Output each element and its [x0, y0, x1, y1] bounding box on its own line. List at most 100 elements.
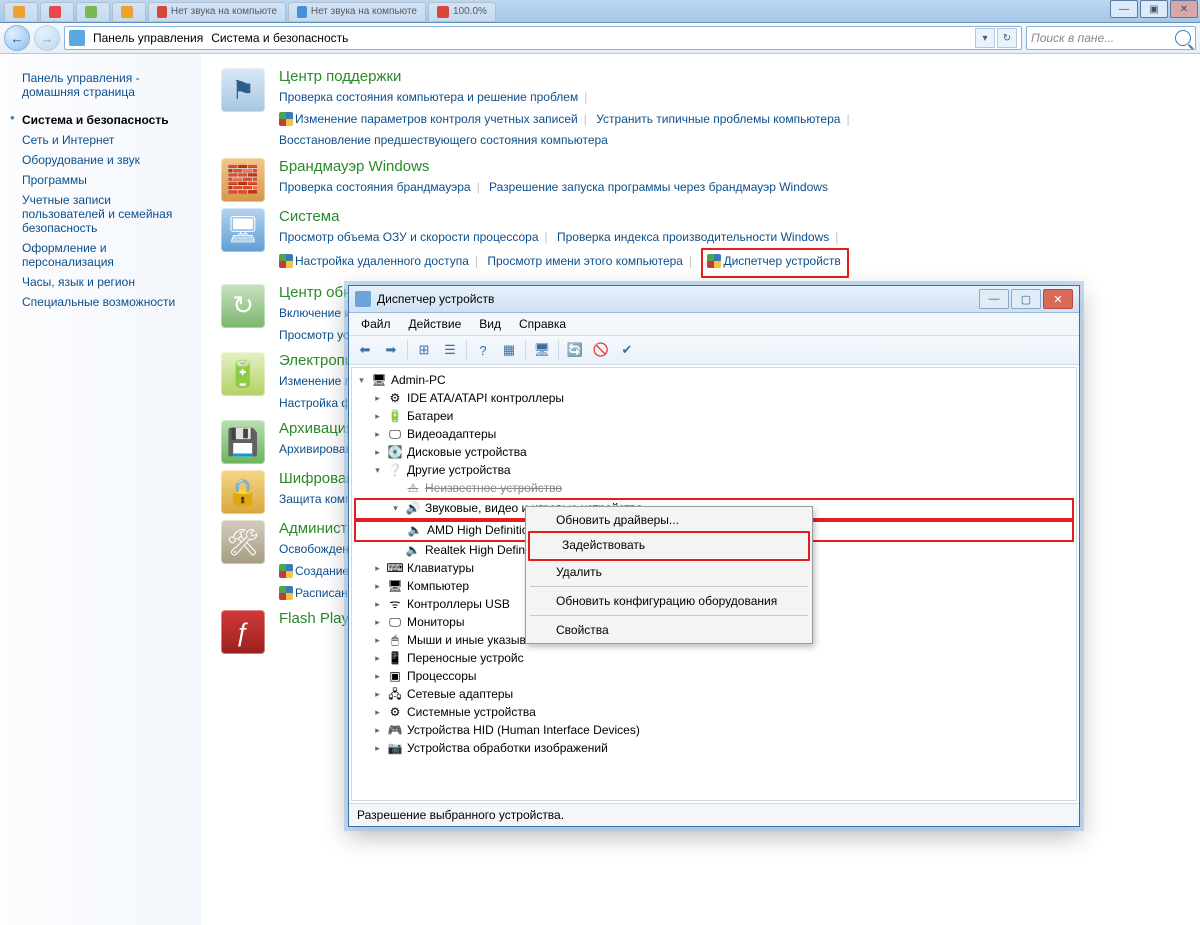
menu-help[interactable]: Справка	[511, 315, 574, 333]
favicon-icon	[85, 6, 97, 18]
dropdown-button[interactable]: ▾	[975, 28, 995, 48]
tree-node[interactable]: ▸🎮Устройства HID (Human Interface Device…	[354, 722, 1074, 740]
node-label: Мыши и иные указыва	[407, 632, 532, 649]
link-device-manager[interactable]: Диспетчер устройств	[723, 254, 840, 268]
tree-node[interactable]: ▸💽Дисковые устройства	[354, 444, 1074, 462]
sidebar-item-hardware[interactable]: Оборудование и звук	[6, 150, 201, 170]
ctx-enable[interactable]: Задействовать	[532, 532, 804, 558]
node-label: Realtek High Definiti	[425, 542, 534, 559]
browser-tab[interactable]: 100.0%	[428, 2, 496, 21]
shield-icon	[279, 564, 293, 578]
link-perf[interactable]: Проверка индекса производительности Wind…	[557, 230, 829, 244]
ctx-separator	[530, 615, 808, 616]
dm-minimize-button[interactable]: —	[979, 289, 1009, 309]
link-restore[interactable]: Восстановление предшествующего состояния…	[279, 133, 608, 147]
tb-back-icon[interactable]: ⬅	[353, 338, 377, 362]
tree-node[interactable]: ▸▣Процессоры	[354, 668, 1074, 686]
tree-node[interactable]: ▸🖧Сетевые адаптеры	[354, 686, 1074, 704]
context-menu: Обновить драйверы... Задействовать Удали…	[525, 506, 813, 644]
sidebar-item-system-security[interactable]: Система и безопасность	[6, 110, 201, 130]
category-title[interactable]: Система	[279, 208, 1180, 225]
tb-fwd-icon[interactable]: ➡	[379, 338, 403, 362]
node-label: Переносные устройс	[407, 650, 524, 667]
menu-view[interactable]: Вид	[471, 315, 509, 333]
node-label: Клавиатуры	[407, 560, 474, 577]
link-fw-allow[interactable]: Разрешение запуска программы через бранд…	[489, 180, 828, 194]
search-placeholder: Поиск в пане...	[1031, 31, 1114, 45]
menu-file[interactable]: Файл	[353, 315, 399, 333]
tree-leaf[interactable]: ⚠Неизвестное устройство	[354, 480, 1074, 498]
explorer-nav-bar: ← → Панель управления Система и безопасн…	[0, 23, 1200, 54]
shield-icon	[279, 586, 293, 600]
dm-titlebar[interactable]: Диспетчер устройств — ▢ ✕	[349, 286, 1079, 313]
breadcrumb-item[interactable]: Панель управления	[93, 31, 203, 45]
tb-disable-icon[interactable]: 🚫	[589, 338, 613, 362]
maximize-button[interactable]: ▣	[1140, 0, 1168, 18]
dm-maximize-button[interactable]: ▢	[1011, 289, 1041, 309]
hid-icon: 🎮	[387, 723, 403, 739]
refresh-button[interactable]: ↻	[997, 28, 1017, 48]
dm-close-button[interactable]: ✕	[1043, 289, 1073, 309]
sidebar-item-appearance[interactable]: Оформление и персонализация	[6, 238, 201, 272]
link-fw-status[interactable]: Проверка состояния брандмауэра	[279, 180, 471, 194]
sidebar-item-network[interactable]: Сеть и Интернет	[6, 130, 201, 150]
tree-node[interactable]: ▾❔Другие устройства	[354, 462, 1074, 480]
tree-node[interactable]: ▸📱Переносные устройс	[354, 650, 1074, 668]
shield-icon	[279, 254, 293, 268]
node-label: Admin-PC	[391, 372, 446, 389]
tree-node[interactable]: ▸⚙Системные устройства	[354, 704, 1074, 722]
tree-node[interactable]: ▸🖵Видеоадаптеры	[354, 426, 1074, 444]
sidebar-item-clock[interactable]: Часы, язык и регион	[6, 272, 201, 292]
tb-view-icon[interactable]: ⊞	[412, 338, 436, 362]
tb-list-icon[interactable]: ☰	[438, 338, 462, 362]
sidebar-item-accessibility[interactable]: Специальные возможности	[6, 292, 201, 312]
breadcrumb-item[interactable]: Система и безопасность	[211, 31, 348, 45]
battery-icon: 🔋	[387, 409, 403, 425]
system-device-icon: ⚙	[387, 705, 403, 721]
sidebar-home-link[interactable]: Панель управления - домашняя страница	[6, 68, 201, 102]
minimize-button[interactable]: —	[1110, 0, 1138, 18]
sidebar-item-programs[interactable]: Программы	[6, 170, 201, 190]
browser-tab[interactable]	[76, 2, 110, 21]
category-title[interactable]: Центр поддержки	[279, 68, 1180, 85]
search-input[interactable]: Поиск в пане...	[1026, 26, 1196, 50]
ctx-delete[interactable]: Удалить	[528, 561, 810, 583]
back-button[interactable]: ←	[4, 25, 30, 51]
tree-node[interactable]: ▸🔋Батареи	[354, 408, 1074, 426]
browser-tab[interactable]: Нет звука на компьюте	[148, 2, 286, 21]
sidebar-item-accounts[interactable]: Учетные записи пользователей и семейная …	[6, 190, 201, 238]
tree-node[interactable]: ▸⚙IDE ATA/ATAPI контроллеры	[354, 390, 1074, 408]
link-pcname[interactable]: Просмотр имени этого компьютера	[487, 254, 683, 268]
ctx-scan-hardware[interactable]: Обновить конфигурацию оборудования	[528, 590, 810, 612]
ctx-properties[interactable]: Свойства	[528, 619, 810, 641]
link-fix-problems[interactable]: Устранить типичные проблемы компьютера	[596, 112, 840, 126]
dm-menubar: Файл Действие Вид Справка	[349, 313, 1079, 336]
tb-update-icon[interactable]: 🔄	[563, 338, 587, 362]
browser-tab[interactable]	[112, 2, 146, 21]
firewall-icon: 🧱	[221, 158, 265, 202]
tb-enable-icon[interactable]: ✔	[615, 338, 639, 362]
ide-icon: ⚙	[387, 391, 403, 407]
link-check-status[interactable]: Проверка состояния компьютера и решение …	[279, 90, 578, 104]
link-uac[interactable]: Изменение параметров контроля учетных за…	[295, 112, 578, 126]
link-ram[interactable]: Просмотр объема ОЗУ и скорости процессор…	[279, 230, 539, 244]
browser-tab[interactable]: Нет звука на компьюте	[288, 2, 426, 21]
tree-node[interactable]: ▸📷Устройства обработки изображений	[354, 740, 1074, 758]
tree-root[interactable]: ▾🖥Admin-PC	[354, 372, 1074, 390]
close-button[interactable]: ✕	[1170, 0, 1198, 18]
tb-prop-icon[interactable]: ▦	[497, 338, 521, 362]
tb-scan-icon[interactable]: 🖥	[530, 338, 554, 362]
forward-button[interactable]: →	[34, 25, 60, 51]
display-adapter-icon: 🖵	[387, 427, 403, 443]
menu-action[interactable]: Действие	[401, 315, 470, 333]
node-label: Сетевые адаптеры	[407, 686, 513, 703]
disk-icon: 💽	[387, 445, 403, 461]
category-title[interactable]: Брандмауэр Windows	[279, 158, 1180, 175]
browser-tab[interactable]	[40, 2, 74, 21]
ctx-update-drivers[interactable]: Обновить драйверы...	[528, 509, 810, 531]
browser-tab[interactable]	[4, 2, 38, 21]
breadcrumb-bar[interactable]: Панель управления Система и безопасность…	[64, 26, 1022, 50]
link-remote[interactable]: Настройка удаленного доступа	[295, 254, 469, 268]
backup-icon: 💾	[221, 420, 265, 464]
tb-help-icon[interactable]: ?	[471, 338, 495, 362]
